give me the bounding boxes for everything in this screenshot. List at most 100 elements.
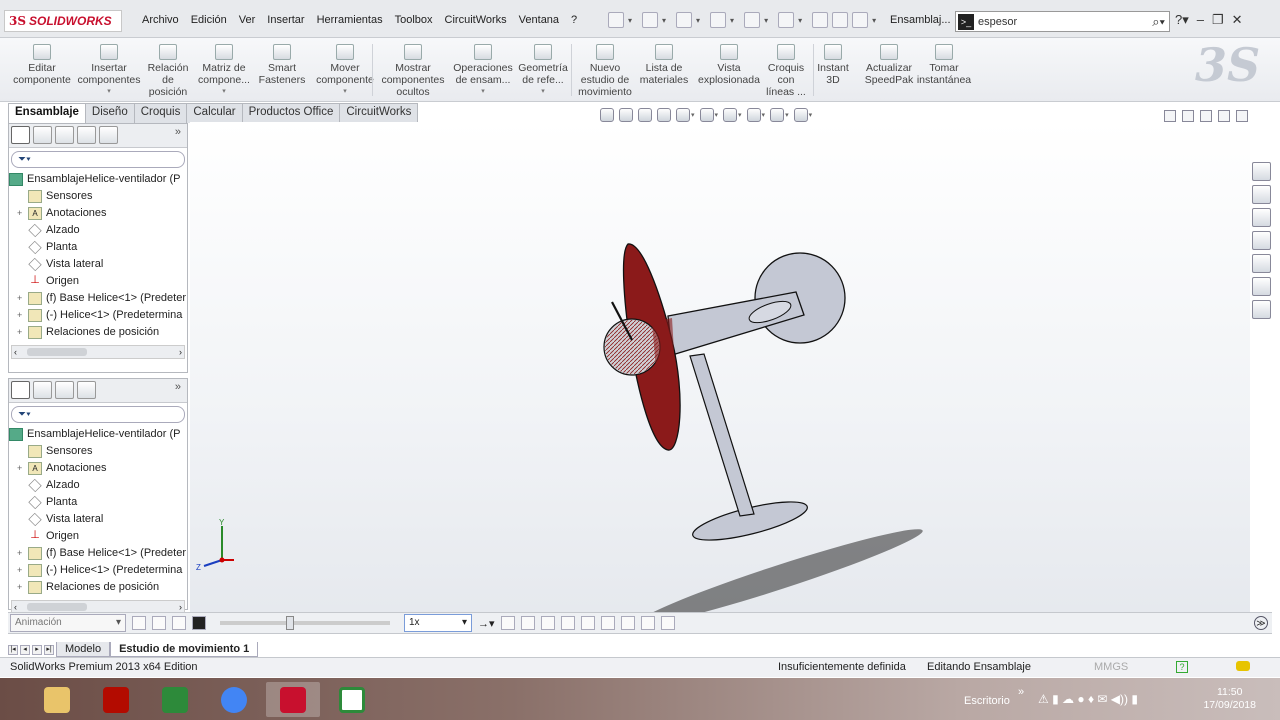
previous-view-icon[interactable]	[638, 108, 652, 122]
graphics-area[interactable]	[190, 122, 1250, 625]
scroll-right-icon[interactable]: ›	[179, 602, 182, 612]
open-folder-icon[interactable]	[642, 12, 659, 28]
horizontal-scrollbar[interactable]: ‹ ›	[11, 345, 185, 359]
menu-archivo[interactable]: Archivo	[136, 14, 185, 26]
display-manager-tab-icon[interactable]	[77, 126, 96, 144]
tree-item[interactable]: + A Anotaciones	[9, 205, 187, 222]
collapse-motion-manager-icon[interactable]: ≫	[1254, 616, 1268, 630]
tree-filter[interactable]: ⏷▾	[11, 406, 185, 423]
viewport-minimize-icon[interactable]	[1200, 110, 1212, 122]
tab-calcular[interactable]: Calcular	[186, 103, 243, 123]
tree-item[interactable]: Sensores	[9, 443, 187, 460]
tab-circuitworks[interactable]: CircuitWorks	[339, 103, 419, 123]
tree-item[interactable]: + A Anotaciones	[9, 460, 187, 477]
file-explorer-icon[interactable]	[1252, 231, 1271, 250]
search-box[interactable]: >_ espesor ⌕▾	[955, 11, 1170, 32]
solidworks-logo[interactable]: 3S SOLIDWORKS	[4, 10, 122, 32]
move-component-button[interactable]: Mover componente ▾	[312, 40, 378, 98]
new-document-icon[interactable]	[608, 12, 624, 28]
fan-model[interactable]	[190, 122, 1250, 625]
clock[interactable]: 11:50 17/09/2018	[1203, 686, 1256, 712]
tab-diseno[interactable]: Diseño	[84, 103, 135, 123]
undo-icon[interactable]	[744, 12, 761, 28]
help-status-icon[interactable]: ?	[1176, 661, 1188, 673]
menu-edicion[interactable]: Edición	[185, 14, 233, 26]
bill-of-materials-button[interactable]: Lista de materiales	[636, 40, 692, 86]
take-snapshot-button[interactable]: Tomar instantánea	[914, 40, 974, 86]
save-animation-icon[interactable]	[500, 616, 515, 630]
tree-item[interactable]: + (-) Helice<1> (Predetermina	[9, 562, 187, 579]
solidworks-taskbar-icon[interactable]	[266, 682, 320, 717]
file-properties-icon[interactable]	[832, 12, 849, 28]
playback-slider[interactable]	[220, 616, 390, 630]
zoom-to-fit-icon[interactable]	[600, 108, 614, 122]
tree-item[interactable]: Vista lateral	[9, 256, 187, 273]
first-tab-icon[interactable]: |◂	[8, 644, 18, 655]
instant3d-button[interactable]: Instant 3D	[812, 40, 854, 86]
scroll-left-icon[interactable]: ‹	[14, 347, 17, 357]
view-settings-icon[interactable]	[793, 108, 808, 122]
hide-show-dropdown-icon[interactable]: ▾	[738, 111, 742, 119]
insert-components-button[interactable]: Insertar componentes ▾	[74, 40, 144, 98]
tree-item[interactable]: ⊥ Origen	[9, 273, 187, 290]
open-dropdown-icon[interactable]: ▾	[662, 16, 666, 25]
desktop-toolbar-label[interactable]: Escritorio	[964, 695, 1010, 707]
view-orientation-dropdown-icon[interactable]: ▾	[691, 111, 695, 119]
edit-appearance-icon[interactable]	[746, 108, 761, 122]
tray-icons[interactable]: ⚠ ▮ ☁ ● ♦ ✉ ◀)) ▮	[1038, 692, 1138, 706]
scrollbar-thumb[interactable]	[27, 603, 87, 611]
undo-dropdown-icon[interactable]: ▾	[764, 16, 768, 25]
chrome-taskbar-icon[interactable]	[207, 682, 261, 717]
new-dropdown-icon[interactable]: ▾	[628, 16, 632, 25]
select-dropdown-icon[interactable]: ▾	[798, 16, 802, 25]
tree-item[interactable]: Alzado	[9, 477, 187, 494]
save-dropdown-icon[interactable]: ▾	[696, 16, 700, 25]
design-library-icon[interactable]	[1252, 208, 1271, 227]
property-manager-tab-icon[interactable]	[33, 126, 52, 144]
viewport-link-icon[interactable]	[1182, 110, 1194, 122]
display-style-dropdown-icon[interactable]: ▾	[715, 111, 719, 119]
panel-expand-icon[interactable]: »	[175, 381, 185, 400]
tree-item[interactable]: Sensores	[9, 188, 187, 205]
menu-ver[interactable]: Ver	[233, 14, 262, 26]
tree-item[interactable]: + (f) Base Helice<1> (Predeter	[9, 545, 187, 562]
print-icon[interactable]	[710, 12, 727, 28]
custom-properties-icon[interactable]	[1252, 300, 1271, 319]
smart-fasteners-button[interactable]: Smart Fasteners	[252, 40, 312, 86]
menu-circuitworks[interactable]: CircuitWorks	[439, 14, 513, 26]
tree-item[interactable]: + Relaciones de posición	[9, 324, 187, 341]
view-palette-icon[interactable]	[1252, 254, 1271, 273]
panel-expand-icon[interactable]: »	[175, 126, 185, 145]
tree-item[interactable]: Alzado	[9, 222, 187, 239]
last-tab-icon[interactable]: ▸|	[44, 644, 54, 655]
assembly-features-button[interactable]: Operaciones de ensam... ▾	[446, 40, 520, 98]
stop-icon[interactable]	[192, 616, 206, 630]
component-pattern-button[interactable]: Matriz de compone... ▾	[194, 40, 254, 98]
tree-filter[interactable]: ⏷▾	[11, 151, 185, 168]
print-dropdown-icon[interactable]: ▾	[730, 16, 734, 25]
search-icon[interactable]: ⌕▾	[1152, 14, 1165, 30]
results-icon[interactable]	[660, 616, 675, 630]
play-from-start-icon[interactable]	[152, 616, 166, 630]
play-icon[interactable]	[172, 616, 186, 630]
tree-item[interactable]: + (f) Base Helice<1> (Predeter	[9, 290, 187, 307]
explode-line-sketch-button[interactable]: Croquis con líneas ...	[760, 40, 812, 98]
rebuild-icon[interactable]	[812, 12, 829, 28]
apply-scene-icon[interactable]	[770, 108, 785, 122]
tree-root[interactable]: EnsamblajeHelice-ventilador (P	[9, 171, 187, 188]
search-input[interactable]: espesor	[978, 16, 1152, 28]
tab-modelo[interactable]: Modelo	[56, 642, 111, 657]
configuration-manager-tab-icon[interactable]	[55, 381, 74, 399]
update-speedpak-button[interactable]: Actualizar SpeedPak	[858, 40, 920, 86]
exploded-view-button[interactable]: Vista explosionada	[694, 40, 764, 86]
tab-motion-study[interactable]: Estudio de movimiento 1	[110, 642, 259, 657]
motor-icon[interactable]	[580, 616, 595, 630]
menu-ventana[interactable]: Ventana	[513, 14, 565, 26]
scene-dropdown-icon[interactable]: ▾	[785, 111, 789, 119]
show-hidden-components-button[interactable]: Mostrar componentes ocultos	[380, 40, 446, 98]
configuration-manager-tab-icon[interactable]	[55, 126, 74, 144]
next-tab-icon[interactable]: ▸	[32, 644, 42, 655]
feature-manager-tab-icon[interactable]	[11, 126, 30, 144]
display-manager-tab-icon[interactable]	[77, 381, 96, 399]
reference-geometry-button[interactable]: Geometría de refe... ▾	[513, 40, 573, 98]
